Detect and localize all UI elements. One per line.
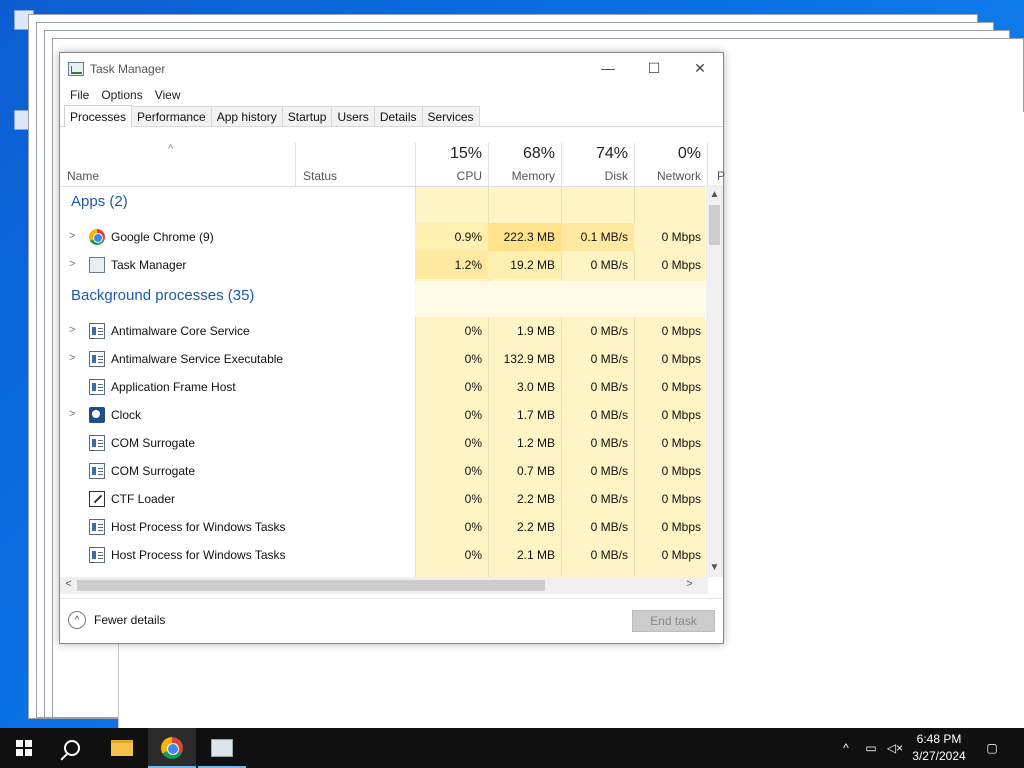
app-icon [89, 379, 105, 395]
vertical-scroll-thumb[interactable] [709, 205, 720, 245]
footer: ^ Fewer details End task [60, 598, 723, 642]
tab-users[interactable]: Users [331, 106, 375, 126]
taskbar: ^ ▭ ◁× 6:48 PM 3/27/2024 ▢ [0, 728, 1024, 768]
app-icon [89, 435, 105, 451]
window-title: Task Manager [90, 62, 166, 76]
column-disk[interactable]: 74% Disk [561, 143, 634, 187]
column-name[interactable]: Name [60, 143, 295, 187]
table-row[interactable]: COM Surrogate 0% 0.7 MB 0 MB/s 0 Mbps [60, 457, 705, 485]
cpu-total: 15% [449, 145, 482, 162]
clock-date: 3/27/2024 [912, 749, 966, 763]
app-icon [89, 463, 105, 479]
table-row[interactable]: CTF Loader 0% 2.2 MB 0 MB/s 0 Mbps [60, 485, 705, 513]
taskbar-chrome[interactable] [148, 728, 196, 768]
chevron-up-icon[interactable]: ^ [836, 728, 856, 768]
task-manager-icon [89, 257, 105, 273]
disk-total: 74% [595, 145, 628, 162]
tab-performance[interactable]: Performance [131, 106, 212, 126]
table-row[interactable]: Application Frame Host 0% 3.0 MB 0 MB/s … [60, 373, 705, 401]
tab-details[interactable]: Details [373, 106, 423, 126]
group-header-background[interactable]: Background processes (35) [60, 281, 705, 317]
end-task-button[interactable]: End task [632, 610, 715, 632]
expand-chevron-icon[interactable]: > [69, 258, 75, 270]
app-icon [89, 351, 105, 367]
column-cpu[interactable]: 15% CPU [415, 143, 488, 187]
app-icon [89, 519, 105, 535]
folder-icon [111, 740, 133, 756]
scroll-right-icon[interactable]: > [681, 578, 698, 590]
table-row[interactable]: > Antimalware Service Executable 0% 132.… [60, 345, 705, 373]
taskbar-task-manager[interactable] [198, 728, 246, 768]
process-list: Apps (2) > Google Chrome (9) 0.9% 222.3 … [60, 187, 705, 577]
minimize-button[interactable]: — [585, 53, 631, 83]
table-row[interactable]: Host Process for Windows Tasks 0% 2.2 MB… [60, 513, 705, 541]
table-row[interactable]: COM Surrogate 0% 1.2 MB 0 MB/s 0 Mbps [60, 429, 705, 457]
tab-app-history[interactable]: App history [210, 106, 283, 126]
menu-options[interactable]: Options [95, 88, 148, 102]
tab-services[interactable]: Services [421, 106, 480, 126]
taskbar-file-explorer[interactable] [98, 728, 146, 768]
vertical-scrollbar[interactable]: ▲ ▼ [706, 185, 723, 577]
column-power[interactable]: P [707, 143, 727, 187]
network-icon[interactable]: ▭ [860, 728, 882, 768]
table-row[interactable]: Host Process for Windows Tasks 0% 2.1 MB… [60, 541, 705, 569]
scroll-up-icon[interactable]: ▲ [706, 189, 723, 200]
table-row[interactable]: > Antimalware Core Service 0% 1.9 MB 0 M… [60, 317, 705, 345]
table-row[interactable]: > Task Manager 1.2% 19.2 MB 0 MB/s 0 Mbp… [60, 251, 705, 279]
chevron-up-circle-icon: ^ [68, 611, 86, 629]
tab-bar: Processes Performance App history Startu… [60, 105, 723, 127]
tab-processes[interactable]: Processes [64, 105, 133, 127]
clock-time: 6:48 PM [916, 732, 962, 746]
expand-chevron-icon[interactable]: > [69, 408, 75, 420]
notification-icon[interactable]: ▢ [978, 728, 1006, 768]
search-icon [64, 740, 80, 756]
clock-icon [89, 407, 105, 423]
network-total: 0% [677, 145, 701, 162]
fewer-details-button[interactable]: ^ Fewer details [68, 611, 165, 629]
windows-logo-icon [16, 740, 32, 756]
search-button[interactable] [48, 728, 96, 768]
column-memory[interactable]: 68% Memory [488, 143, 561, 187]
app-icon [89, 323, 105, 339]
scroll-down-icon[interactable]: ▼ [706, 562, 723, 573]
maximize-button[interactable]: ☐ [631, 53, 677, 83]
chrome-icon [89, 229, 105, 245]
app-icon [89, 547, 105, 563]
menu-view[interactable]: View [149, 88, 187, 102]
expand-chevron-icon[interactable]: > [69, 230, 75, 242]
memory-total: 68% [522, 145, 555, 162]
menu-file[interactable]: File [64, 88, 95, 102]
expand-chevron-icon[interactable]: > [69, 324, 75, 336]
group-header-apps[interactable]: Apps (2) [60, 187, 705, 215]
task-manager-window: Task Manager — ☐ ✕ File Options View Pro… [59, 52, 725, 644]
chrome-icon [161, 737, 183, 759]
menu-bar: File Options View [60, 85, 723, 105]
task-manager-icon [211, 739, 233, 757]
system-clock[interactable]: 6:48 PM 3/27/2024 [900, 731, 978, 765]
start-button[interactable] [0, 728, 48, 768]
horizontal-scroll-thumb[interactable] [77, 580, 545, 591]
tab-startup[interactable]: Startup [281, 106, 333, 126]
table-row[interactable]: > Clock 0% 1.7 MB 0 MB/s 0 Mbps [60, 401, 705, 429]
column-status[interactable]: Status [295, 143, 415, 187]
task-manager-icon [68, 62, 84, 76]
table-row[interactable]: > Google Chrome (9) 0.9% 222.3 MB 0.1 MB… [60, 223, 705, 251]
close-button[interactable]: ✕ [677, 53, 723, 83]
column-header: ^ Name Status 15% CPU 68% Memory 74% Dis… [60, 143, 725, 187]
column-network[interactable]: 0% Network [634, 143, 707, 187]
desktop: Task Manager — ☐ ✕ File Options View Pro… [0, 0, 1024, 728]
scroll-left-icon[interactable]: < [60, 578, 77, 590]
horizontal-scrollbar[interactable]: < > [60, 577, 708, 594]
title-bar[interactable]: Task Manager — ☐ ✕ [60, 53, 723, 85]
expand-chevron-icon[interactable]: > [69, 352, 75, 364]
ctf-loader-icon [89, 491, 105, 507]
